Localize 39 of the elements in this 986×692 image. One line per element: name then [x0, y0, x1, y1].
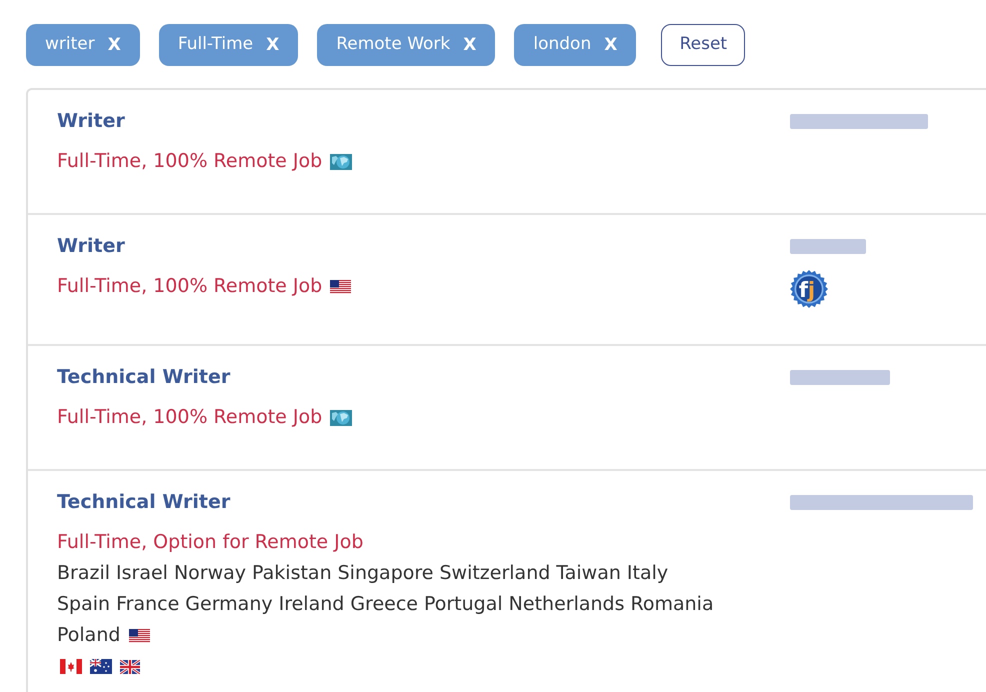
country-name: Ireland [278, 592, 344, 617]
canada-flag-icon [60, 659, 82, 674]
country-name: Netherlands [508, 592, 624, 617]
uk-flag-icon [120, 660, 140, 674]
country-name: Pakistan [252, 561, 332, 586]
world-map-icon [330, 154, 352, 170]
job-type: Full-Time, 100% Remote Job [57, 406, 322, 428]
filter-label: london [533, 33, 592, 56]
country-name: Poland [57, 623, 120, 648]
country-name: Portugal [424, 592, 503, 617]
filter-label: Remote Work [336, 33, 450, 56]
country-name: Norway [174, 561, 246, 586]
job-title[interactable]: Writer [57, 235, 125, 257]
reset-button[interactable]: Reset [661, 24, 746, 66]
country-name: Italy [626, 561, 668, 586]
country-name: Switzerland [439, 561, 550, 586]
job-title[interactable]: Technical Writer [57, 366, 230, 388]
job-title[interactable]: Technical Writer [57, 491, 230, 513]
job-type: Full-Time, Option for Remote Job [57, 531, 364, 553]
country-name: Singapore [338, 561, 434, 586]
country-name: Spain [57, 592, 110, 617]
job-title[interactable]: Writer [57, 110, 125, 132]
filter-label: writer [45, 33, 95, 56]
country-name: France [116, 592, 180, 617]
us-flag-icon [330, 280, 352, 294]
logo-letter: j [808, 278, 816, 302]
country-name: Brazil [57, 561, 110, 586]
job-type: Full-Time, 100% Remote Job [57, 150, 322, 172]
country-name: Taiwan [556, 561, 621, 586]
country-name: Germany [185, 592, 273, 617]
country-name: Greece [350, 592, 418, 617]
world-map-icon [330, 410, 352, 426]
country-name: Romania [630, 592, 714, 617]
filter-label: Full-Time [178, 33, 254, 56]
country-name: Israel [116, 561, 168, 586]
logo-letter: f [798, 278, 808, 302]
australia-flag-icon [90, 659, 112, 674]
job-type: Full-Time, 100% Remote Job [57, 275, 322, 297]
us-flag-icon [129, 628, 150, 642]
